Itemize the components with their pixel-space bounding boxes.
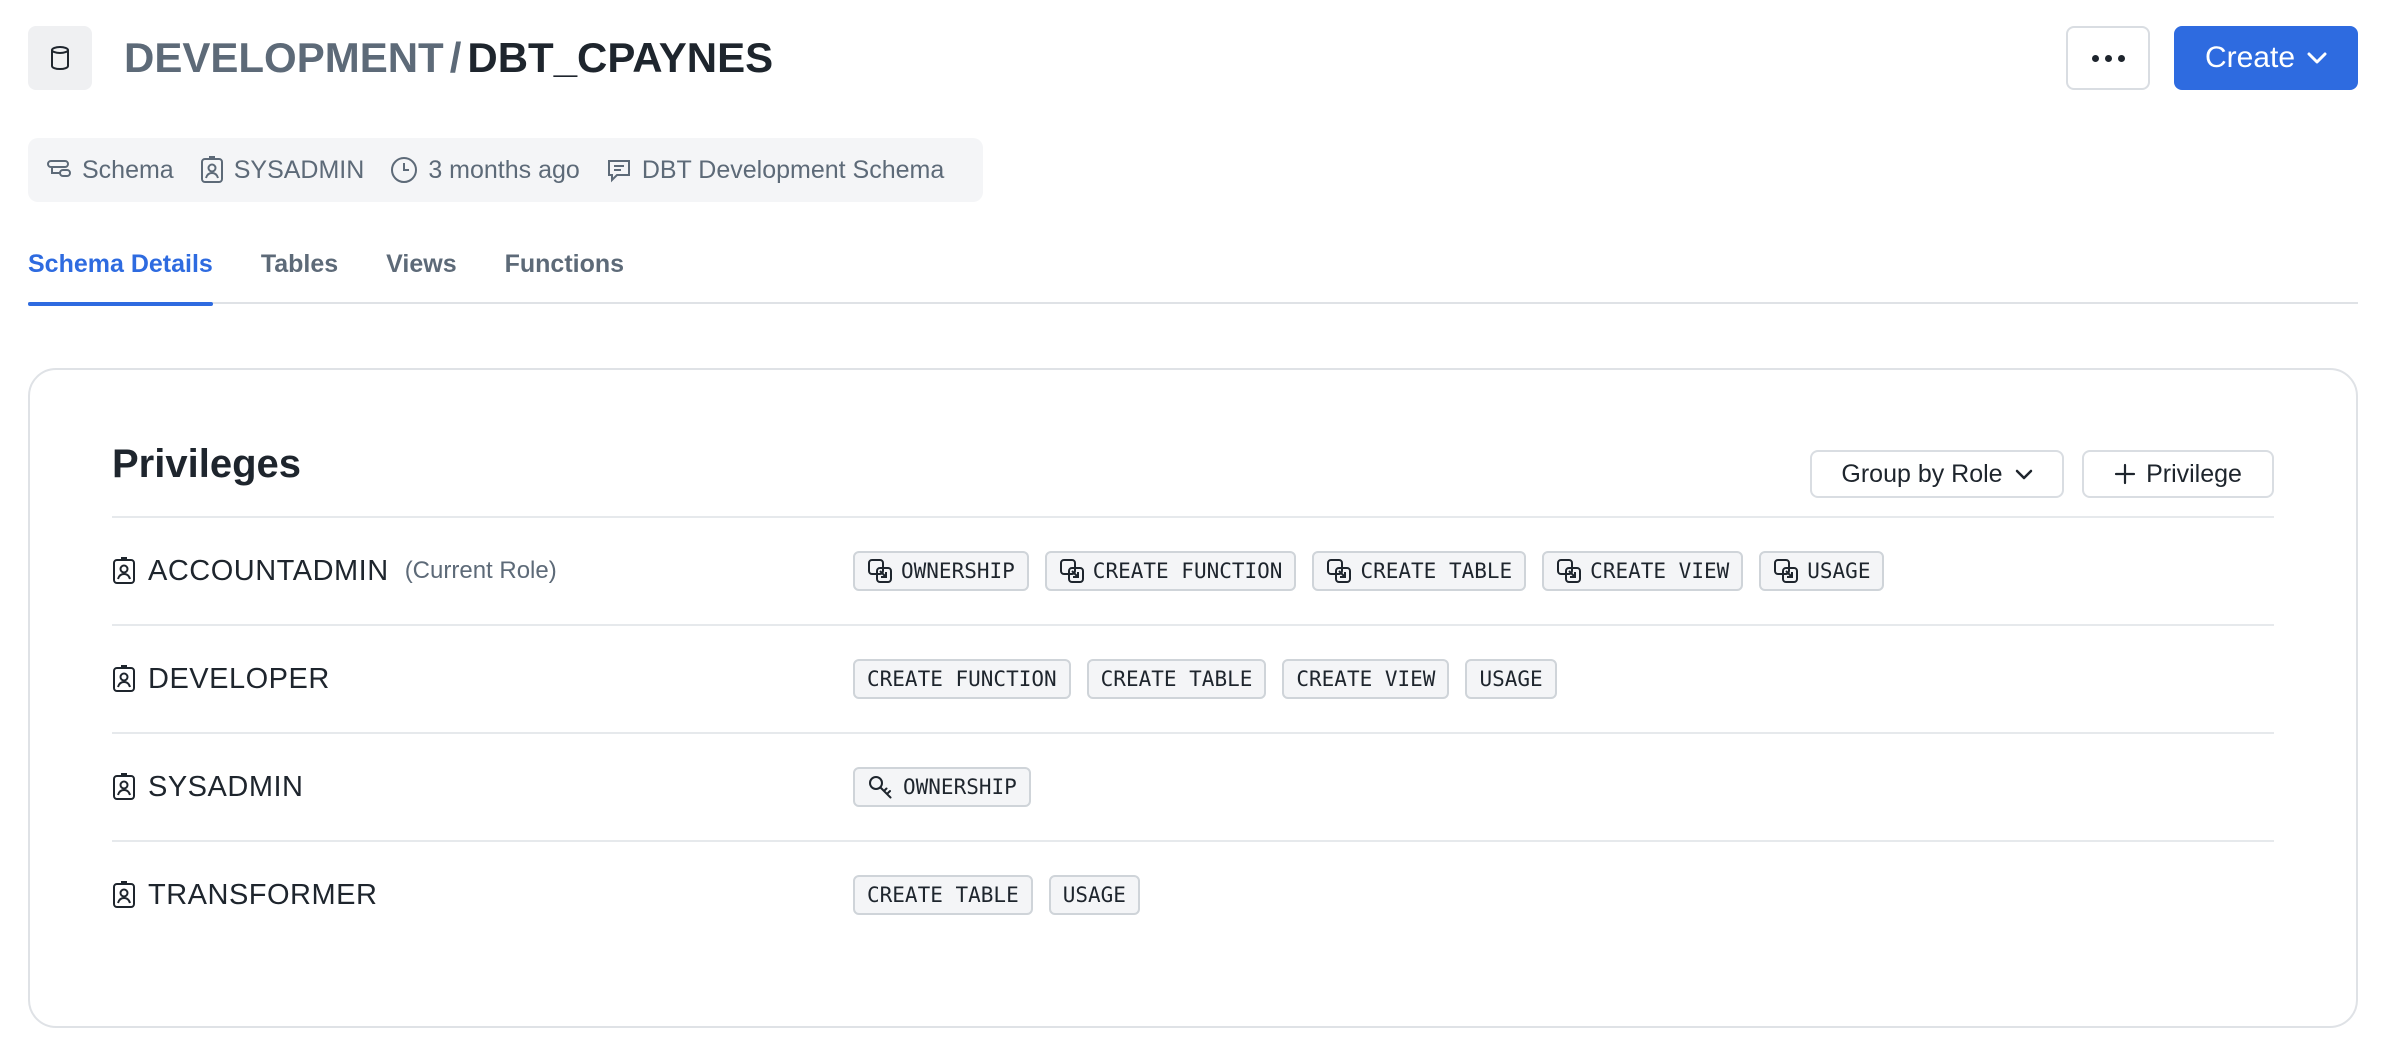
meta-owner: SYSADMIN: [200, 155, 365, 185]
breadcrumb-separator: /: [449, 34, 462, 81]
grant-label: CREATE TABLE: [1100, 667, 1253, 691]
key-icon: [869, 776, 892, 799]
role-name[interactable]: ACCOUNTADMIN: [148, 555, 389, 588]
grant-chip[interactable]: USAGE: [1048, 875, 1140, 915]
meta-type: Schema: [46, 156, 174, 185]
grant-label: CREATE FUNCTION: [867, 667, 1057, 691]
role-icon: [113, 773, 135, 800]
privilege-row: TRANSFORMER CREATE TABLE USAGE: [112, 840, 2274, 948]
grant-chip[interactable]: CREATE TABLE: [1312, 551, 1527, 591]
inherited-icon: [1059, 559, 1084, 583]
ellipsis-icon: [2091, 54, 2099, 62]
add-privilege-button[interactable]: Privilege: [2082, 450, 2274, 498]
privileges-card: Privileges Group by Role Privilege ACCOU…: [28, 368, 2358, 1028]
tab-schema-details[interactable]: Schema Details: [28, 238, 213, 306]
grant-label: CREATE TABLE: [1360, 559, 1513, 583]
privileges-list: ACCOUNTADMIN (Current Role) OWNERSHIP CR…: [112, 516, 2274, 948]
schema-name: DBT_CPAYNES: [467, 34, 774, 81]
tab-tables[interactable]: Tables: [261, 238, 338, 304]
grant-chip[interactable]: CREATE FUNCTION: [1044, 551, 1297, 591]
clock-icon: [391, 157, 418, 183]
add-privilege-label: Privilege: [2146, 459, 2242, 488]
inherited-icon: [1774, 559, 1799, 583]
schema-meta-bar: Schema SYSADMIN 3 months ago DBT Develop…: [28, 138, 983, 202]
grant-chip[interactable]: OWNERSHIP: [853, 767, 1031, 807]
current-role-note: (Current Role): [404, 557, 557, 584]
grant-list: CREATE TABLE USAGE: [853, 842, 1140, 948]
meta-created-label: 3 months ago: [428, 155, 580, 184]
plus-icon: [2114, 463, 2136, 485]
grant-label: OWNERSHIP: [903, 775, 1017, 799]
page-header: DEVELOPMENT / DBT_CPAYNES Create: [28, 24, 2358, 92]
meta-type-label: Schema: [82, 155, 174, 184]
privilege-row: SYSADMIN OWNERSHIP: [112, 732, 2274, 840]
grant-list: OWNERSHIP CREATE FUNCTION CREATE TABLE C…: [853, 518, 1885, 624]
meta-comment-label: DBT Development Schema: [641, 155, 945, 184]
grant-chip[interactable]: CREATE FUNCTION: [853, 659, 1071, 699]
role-icon: [113, 881, 135, 908]
create-button[interactable]: Create: [2174, 26, 2358, 90]
role-name[interactable]: TRANSFORMER: [148, 879, 377, 912]
grant-label: USAGE: [1479, 667, 1543, 691]
grant-list: CREATE FUNCTION CREATE TABLE CREATE VIEW…: [853, 626, 1557, 732]
meta-owner-label: SYSADMIN: [233, 155, 365, 184]
role-cell: DEVELOPER: [112, 626, 330, 732]
grant-label: CREATE FUNCTION: [1092, 559, 1283, 583]
meta-created: 3 months ago: [390, 156, 580, 185]
role-name[interactable]: DEVELOPER: [148, 663, 330, 696]
grant-list: OWNERSHIP: [853, 734, 1031, 840]
group-by-role-dropdown[interactable]: Group by Role: [1810, 450, 2064, 498]
chevron-down-icon: [2015, 469, 2032, 479]
grant-chip[interactable]: CREATE TABLE: [853, 875, 1033, 915]
tab-views[interactable]: Views: [386, 238, 456, 304]
grant-chip[interactable]: CREATE VIEW: [1282, 659, 1450, 699]
database-name[interactable]: DEVELOPMENT: [124, 34, 444, 81]
role-name[interactable]: SYSADMIN: [148, 771, 303, 804]
role-icon: [113, 557, 135, 584]
grant-chip[interactable]: OWNERSHIP: [853, 551, 1029, 591]
role-cell: ACCOUNTADMIN (Current Role): [112, 518, 557, 624]
grant-label: CREATE TABLE: [867, 883, 1019, 907]
grant-chip[interactable]: CREATE TABLE: [1086, 659, 1267, 699]
chevron-down-icon: [2307, 52, 2327, 64]
page-title: DEVELOPMENT / DBT_CPAYNES: [124, 34, 773, 82]
privilege-row: DEVELOPER CREATE FUNCTION CREATE TABLE C…: [112, 624, 2274, 732]
grant-label: CREATE VIEW: [1590, 559, 1730, 583]
privilege-row: ACCOUNTADMIN (Current Role) OWNERSHIP CR…: [112, 516, 2274, 624]
schema-icon: [47, 160, 71, 177]
inherited-icon: [1327, 559, 1352, 583]
role-cell: SYSADMIN: [112, 734, 303, 840]
more-actions-button[interactable]: [2066, 26, 2150, 90]
grant-label: USAGE: [1807, 559, 1871, 583]
grant-chip[interactable]: USAGE: [1759, 551, 1885, 591]
grant-chip[interactable]: USAGE: [1465, 659, 1557, 699]
inherited-icon: [1557, 559, 1582, 583]
grant-label: USAGE: [1062, 883, 1126, 907]
role-icon: [200, 156, 223, 183]
grant-label: OWNERSHIP: [901, 559, 1015, 583]
inherited-icon: [868, 559, 892, 583]
grant-chip[interactable]: CREATE VIEW: [1542, 551, 1744, 591]
tab-functions[interactable]: Functions: [505, 238, 624, 304]
comment-icon: [607, 160, 630, 183]
meta-comment: DBT Development Schema: [606, 156, 944, 185]
group-by-label: Group by Role: [1841, 459, 2003, 488]
grant-label: CREATE VIEW: [1296, 667, 1436, 691]
tab-bar: Schema Details Tables Views Functions: [28, 238, 2358, 306]
role-cell: TRANSFORMER: [112, 842, 377, 948]
privileges-title: Privileges: [112, 442, 302, 486]
role-icon: [113, 665, 135, 692]
database-icon: [28, 26, 92, 90]
create-button-label: Create: [2204, 41, 2296, 74]
